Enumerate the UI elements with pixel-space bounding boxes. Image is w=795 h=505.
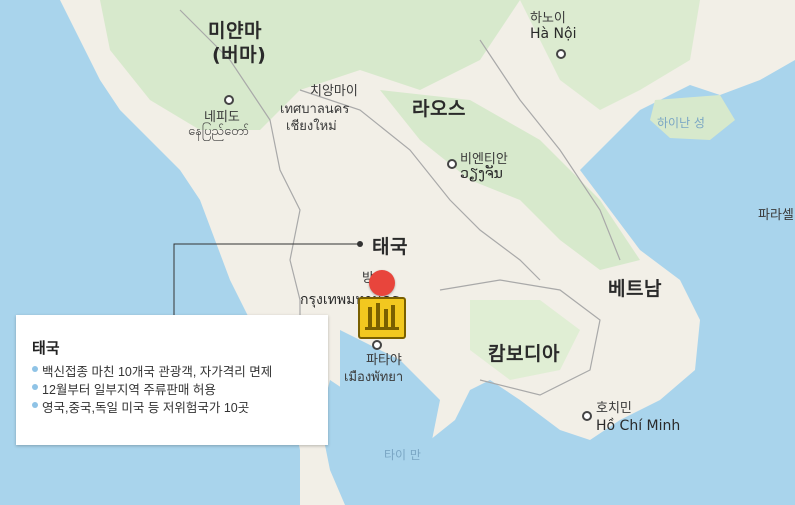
callout-anchor-dot	[357, 241, 363, 247]
info-item: 백신접종 마친 10개국 관광객, 자가격리 면제	[32, 361, 272, 380]
city-label-vientiane: 비엔티안	[460, 152, 508, 167]
badge-glyph	[365, 303, 399, 330]
info-item: 영국,중국,독일 미국 등 저위험국가 10곳	[32, 397, 249, 416]
info-title: 태국	[32, 340, 60, 357]
city-label-paracel: 파라셀	[758, 208, 794, 223]
sea-label-hainan: 하이난 성	[657, 116, 705, 130]
city-dot-naypyidaw[interactable]	[224, 95, 234, 105]
info-item: 12월부터 일부지역 주류판매 허용	[32, 379, 216, 398]
city-label-hanoi-local: Hà Nội	[530, 26, 577, 42]
country-label-laos: 라오스	[412, 98, 466, 120]
city-label-vientiane-local: ວຽງຈັນ	[460, 166, 503, 182]
city-label-hanoi: 하노이	[530, 11, 566, 26]
city-label-hochiminh: 호치민	[596, 401, 632, 416]
country-label-thailand: 태국	[372, 236, 408, 258]
country-label-cambodia: 캄보디아	[488, 343, 560, 365]
city-dot-hanoi[interactable]	[556, 49, 566, 59]
map-pin-icon[interactable]	[369, 270, 395, 296]
city-dot-vientiane[interactable]	[447, 159, 457, 169]
country-label-myanmar: 미얀마	[208, 20, 262, 42]
city-label-chiangmai: 치앙마이	[310, 84, 358, 99]
city-dot-hochiminh[interactable]	[582, 411, 592, 421]
tax-free-badge-icon[interactable]	[358, 297, 406, 339]
city-label-pattaya-local: เมืองพัทยา	[344, 370, 404, 385]
sea-label-gulf-of-thailand: 타이 만	[384, 448, 421, 462]
city-label-hochiminh-local: Hồ Chí Minh	[596, 418, 681, 434]
country-label-vietnam: 베트남	[608, 278, 662, 300]
country-label-myanmar-alt: (버마)	[212, 44, 267, 66]
info-panel: 태국 백신접종 마친 10개국 관광객, 자가격리 면제 12월부터 일부지역 …	[16, 315, 328, 445]
city-label-chiangmai-local2: เชียงใหม่	[286, 119, 337, 134]
city-label-naypyidaw-local: နေပြည်တော်	[188, 124, 250, 139]
